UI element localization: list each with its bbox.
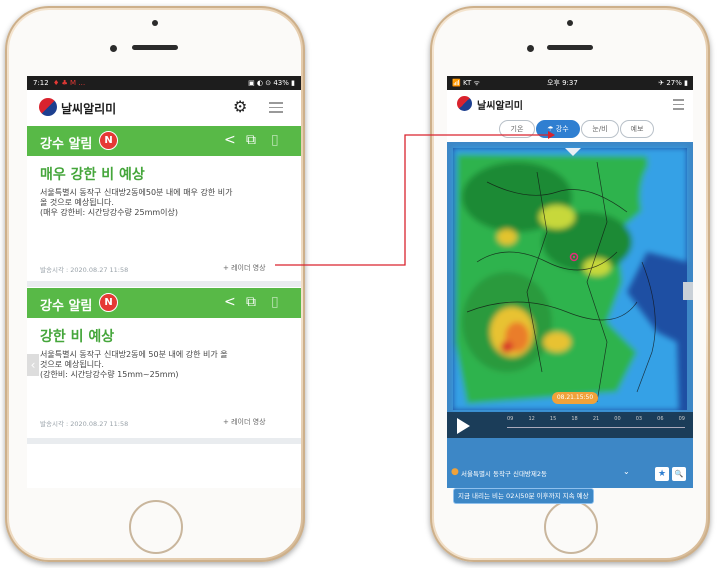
alert-tag: 강수 알림	[40, 137, 93, 152]
sent-time: 발송시각 : 2020.08.27 11:58	[40, 266, 129, 274]
gear-icon[interactable]: ⚙	[233, 97, 247, 116]
location-row: ● 서울특별시 동작구 신대방제2동 ⌄ ★ 🔍	[447, 464, 693, 484]
app-title: 날씨알리미	[477, 101, 523, 112]
status-carrier: 📶 KT ᯤ	[452, 79, 480, 87]
front-camera-dot	[567, 20, 573, 26]
timeline[interactable]	[507, 427, 685, 428]
new-badge: N	[99, 131, 118, 150]
status-battery: ✈ 27% ▮	[658, 79, 688, 87]
menu-icon[interactable]	[673, 99, 684, 113]
tab-temperature[interactable]: 기온	[499, 120, 535, 138]
alert-card: 강수 알림 N < ⧉ ▯ 매우 강한 비 예상 서울특별시 동작구 신대방2동…	[27, 126, 301, 281]
app-header: 날씨알리미	[447, 90, 693, 118]
left-phone: 7:12 ♦ ♣ M … ▣ ◐ ⊙ 43% ▮ 날씨알리미 ⚙ 강수 알림 N…	[5, 6, 305, 562]
status-time: 7:12	[33, 79, 49, 87]
proximity-sensor	[527, 45, 534, 52]
radar-video-link[interactable]: + 레이더 영상	[223, 417, 266, 427]
radar-panel: 08.21.15:50 09 12 15 18 21 00 03 06 09	[447, 142, 693, 464]
home-button[interactable]	[544, 500, 598, 554]
favorite-button[interactable]: ★	[655, 467, 669, 481]
notification-icons: ♦ ♣ M …	[53, 79, 86, 87]
new-badge: N	[99, 293, 118, 312]
radar-video-link[interactable]: + 레이더 영상	[223, 263, 266, 273]
alert-card-header: 강수 알림 N < ⧉ ▯	[27, 288, 301, 318]
app-header: 날씨알리미 ⚙	[27, 90, 301, 124]
proximity-sensor	[110, 45, 117, 52]
status-bar: 📶 KT ᯤ 오후 9:37 ✈ 27% ▮	[447, 76, 693, 90]
card-separator	[27, 281, 301, 287]
front-camera-dot	[152, 20, 158, 26]
share-icon[interactable]: <	[224, 294, 236, 310]
chevron-down-icon[interactable]: ⌄	[623, 467, 630, 476]
location-name[interactable]: 서울특별시 동작구 신대방제2동	[461, 468, 547, 478]
status-bar: 7:12 ♦ ♣ M … ▣ ◐ ⊙ 43% ▮	[27, 76, 301, 90]
status-right-icons: ▣ ◐ ⊙ 43% ▮	[248, 79, 295, 87]
external-link-icon[interactable]: ⧉	[246, 294, 256, 310]
right-screen: 📶 KT ᯤ 오후 9:37 ✈ 27% ▮ 날씨알리미 기온 ☂ 강수 눈/비…	[447, 76, 693, 488]
search-button[interactable]: 🔍	[672, 467, 686, 481]
prev-arrow-icon[interactable]: ‹	[27, 354, 39, 376]
radar-player: 09 12 15 18 21 00 03 06 09	[447, 412, 693, 438]
alert-tag: 강수 알림	[40, 299, 93, 314]
alert-headline: 매우 강한 비 예상	[40, 167, 145, 183]
app-title: 날씨알리미	[61, 102, 117, 116]
left-screen: 7:12 ♦ ♣ M … ▣ ◐ ⊙ 43% ▮ 날씨알리미 ⚙ 강수 알림 N…	[27, 76, 301, 488]
app-logo-icon	[457, 96, 472, 111]
radar-timestamp: 08.21.15:50	[552, 392, 598, 404]
home-button[interactable]	[129, 500, 183, 554]
tab-forecast[interactable]: 예보	[620, 120, 654, 138]
external-link-icon[interactable]: ⧉	[246, 132, 256, 148]
alert-card: 강수 알림 N < ⧉ ▯ 강한 비 예상 서울특별시 동작구 신대방2동에 5…	[27, 288, 301, 438]
alert-body: 서울특별시 동작구 신대방2동에50분 내에 매우 강한 비가 올 것으로 예상…	[40, 188, 233, 217]
earpiece-speaker	[547, 45, 593, 50]
app-logo-icon	[39, 98, 57, 116]
trash-icon[interactable]: ▯	[271, 132, 279, 148]
layer-tabs: 기온 ☂ 강수 눈/비 예보	[447, 118, 693, 140]
tab-precipitation[interactable]: ☂ 강수	[536, 120, 580, 138]
alert-headline: 강한 비 예상	[40, 329, 115, 345]
card-separator	[27, 438, 301, 444]
rain-notice: 지금 내리는 비는 02시50분 이후까지 지속 예상	[453, 488, 594, 504]
menu-icon[interactable]	[269, 102, 283, 116]
alert-body: 서울특별시 동작구 신대방2동에 50분 내에 강한 비가 올 것으로 예상됩니…	[40, 350, 228, 379]
sent-time: 발송시각 : 2020.08.27 11:58	[40, 420, 129, 428]
alert-card-header: 강수 알림 N < ⧉ ▯	[27, 126, 301, 156]
right-phone: 📶 KT ᯤ 오후 9:37 ✈ 27% ▮ 날씨알리미 기온 ☂ 강수 눈/비…	[430, 6, 710, 562]
status-time: 오후 9:37	[547, 79, 578, 87]
earpiece-speaker	[132, 45, 178, 50]
location-pin-icon: ●	[451, 467, 459, 477]
trash-icon[interactable]: ▯	[271, 294, 279, 310]
tab-snow-rain[interactable]: 눈/비	[581, 120, 619, 138]
share-icon[interactable]: <	[224, 132, 236, 148]
timeline-ticks: 09 12 15 18 21 00 03 06 09	[507, 416, 685, 422]
play-icon[interactable]	[457, 418, 470, 434]
